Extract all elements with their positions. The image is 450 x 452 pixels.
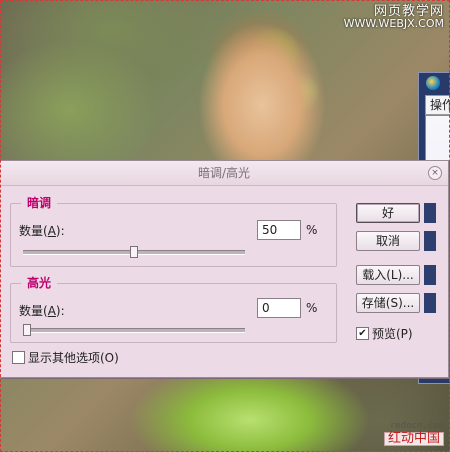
image-border <box>0 0 450 452</box>
